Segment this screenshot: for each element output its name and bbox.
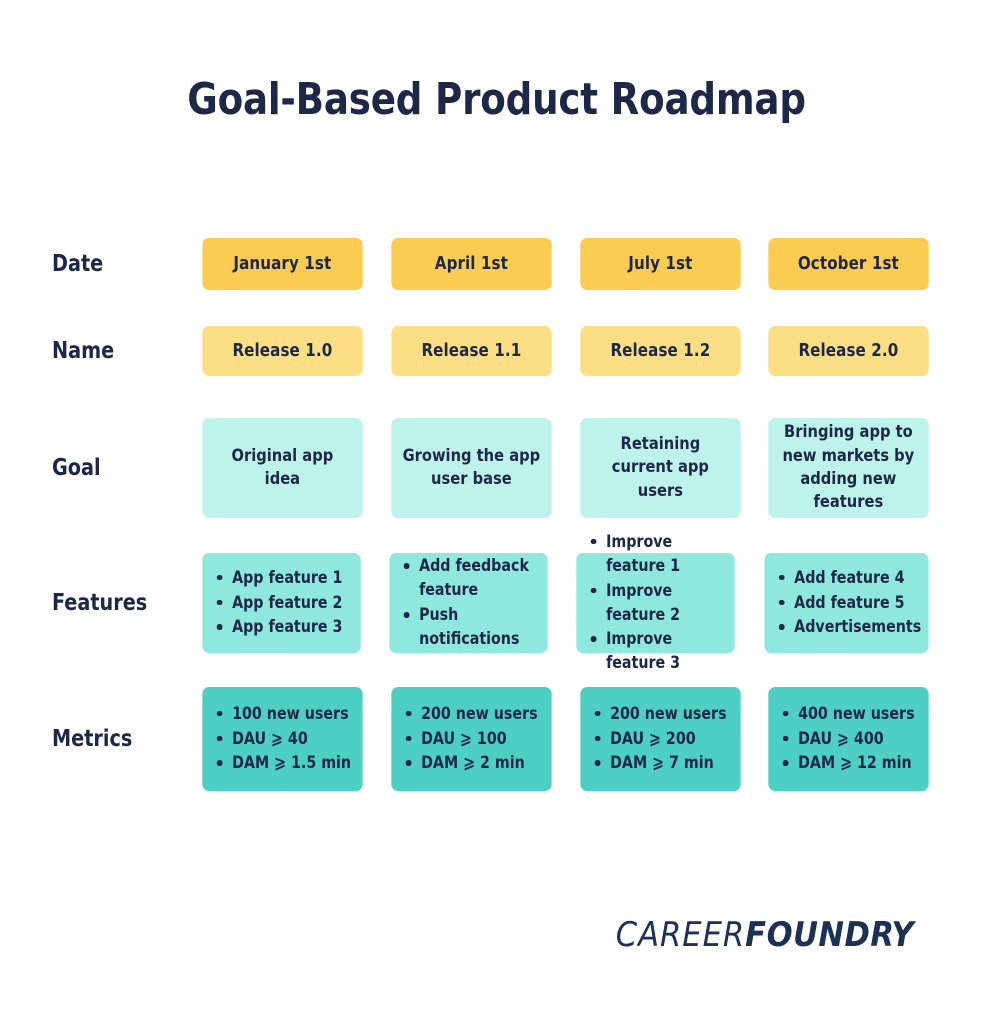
list-item: DAU ⩾ 100 bbox=[401, 727, 544, 751]
list-item: DAU ⩾ 200 bbox=[589, 727, 732, 751]
date-cell-3[interactable]: July 1st bbox=[579, 238, 740, 290]
list-item: App feature 1 bbox=[212, 566, 353, 590]
page-title: Goal-Based Product Roadmap bbox=[187, 74, 806, 125]
list-item: Improve feature 1 bbox=[586, 530, 727, 578]
row-label-name: Name bbox=[52, 338, 115, 364]
list-item: Advertisements bbox=[774, 615, 921, 639]
list-item: Improve feature 2 bbox=[586, 579, 727, 627]
roadmap-row-goal: Goal Original app idea Growing the app u… bbox=[52, 418, 932, 518]
features-list-4: Add feature 4 Add feature 5 Advertisements bbox=[774, 566, 921, 641]
metrics-cell-2[interactable]: 200 new users DAU ⩾ 100 DAM ⩾ 2 min bbox=[391, 687, 552, 791]
roadmap-row-date: Date January 1st April 1st July 1st Octo… bbox=[52, 238, 932, 290]
metrics-cell-3[interactable]: 200 new users DAU ⩾ 200 DAM ⩾ 7 min bbox=[579, 687, 740, 791]
roadmap-row-metrics: Metrics 100 new users DAU ⩾ 40 DAM ⩾ 1.5 m… bbox=[52, 687, 932, 791]
metrics-list-2: 200 new users DAU ⩾ 100 DAM ⩾ 2 min bbox=[401, 702, 544, 777]
features-cell-2[interactable]: Add feedback feature Push notifications bbox=[389, 553, 549, 653]
date-cell-4[interactable]: October 1st bbox=[768, 238, 929, 290]
roadmap-page: Goal-Based Product Roadmap Date January … bbox=[0, 0, 993, 1024]
list-item: DAM ⩾ 1.5 min bbox=[212, 751, 355, 775]
goal-cells: Original app idea Growing the app user b… bbox=[199, 418, 932, 518]
features-cell-4[interactable]: Add feature 4 Add feature 5 Advertisements bbox=[764, 553, 929, 653]
goal-cell-2[interactable]: Growing the app user base bbox=[391, 418, 552, 518]
roadmap-grid: Date January 1st April 1st July 1st Octo… bbox=[52, 238, 932, 791]
features-cell-3[interactable]: Improve feature 1 Improve feature 2 Improv… bbox=[576, 532, 736, 672]
row-label-date: Date bbox=[52, 251, 104, 277]
page-title-container: Goal-Based Product Roadmap bbox=[0, 74, 993, 125]
list-item: 400 new users bbox=[778, 702, 921, 726]
metrics-cell-1[interactable]: 100 new users DAU ⩾ 40 DAM ⩾ 1.5 min bbox=[202, 687, 363, 791]
features-cells: App feature 1 App feature 2 App feature 3 … bbox=[199, 532, 932, 672]
features-list-1: App feature 1 App feature 2 App feature 3 bbox=[212, 566, 353, 641]
features-cell-1[interactable]: App feature 1 App feature 2 App feature 3 bbox=[202, 553, 361, 653]
list-item: Push notifications bbox=[399, 603, 540, 651]
roadmap-row-name: Name Release 1.0 Release 1.1 Release 1.2… bbox=[52, 326, 932, 376]
metrics-list-3: 200 new users DAU ⩾ 200 DAM ⩾ 7 min bbox=[589, 702, 732, 777]
name-cell-2[interactable]: Release 1.1 bbox=[391, 326, 552, 376]
date-cell-2[interactable]: April 1st bbox=[391, 238, 552, 290]
list-item: Add feature 5 bbox=[774, 591, 921, 615]
row-label-metrics: Metrics bbox=[52, 726, 133, 752]
roadmap-row-features: Features App feature 1 App feature 2 App f… bbox=[52, 532, 932, 672]
goal-cell-3[interactable]: Retaining current app users bbox=[579, 418, 740, 518]
list-item: 100 new users bbox=[212, 702, 355, 726]
careerfoundry-logo: CAREERFOUNDRY bbox=[616, 915, 914, 955]
goal-cell-4[interactable]: Bringing app to new markets by adding ne… bbox=[768, 418, 929, 518]
list-item: App feature 3 bbox=[212, 615, 353, 639]
metrics-list-1: 100 new users DAU ⩾ 40 DAM ⩾ 1.5 min bbox=[212, 702, 355, 777]
list-item: 200 new users bbox=[401, 702, 544, 726]
list-item: Add feature 4 bbox=[774, 566, 921, 590]
name-cell-1[interactable]: Release 1.0 bbox=[202, 326, 363, 376]
list-item: DAU ⩾ 400 bbox=[778, 727, 921, 751]
goal-cell-1[interactable]: Original app idea bbox=[202, 418, 363, 518]
list-item: Add feedback feature bbox=[399, 554, 540, 602]
metrics-cells: 100 new users DAU ⩾ 40 DAM ⩾ 1.5 min 200 n… bbox=[199, 687, 932, 791]
date-cells: January 1st April 1st July 1st October 1… bbox=[199, 238, 932, 290]
list-item: 200 new users bbox=[589, 702, 732, 726]
metrics-list-4: 400 new users DAU ⩾ 400 DAM ⩾ 12 min bbox=[778, 702, 921, 777]
metrics-cell-4[interactable]: 400 new users DAU ⩾ 400 DAM ⩾ 12 min bbox=[768, 687, 929, 791]
row-label-features: Features bbox=[52, 590, 148, 616]
logo-text-foundry: FOUNDRY bbox=[745, 915, 914, 955]
features-list-2: Add feedback feature Push notifications bbox=[399, 554, 540, 652]
list-item: DAU ⩾ 40 bbox=[212, 727, 355, 751]
list-item: Improve feature 3 bbox=[586, 627, 727, 675]
list-item: DAM ⩾ 2 min bbox=[401, 751, 544, 775]
features-list-3: Improve feature 1 Improve feature 2 Improv… bbox=[586, 530, 727, 677]
list-item: DAM ⩾ 7 min bbox=[589, 751, 732, 775]
name-cell-4[interactable]: Release 2.0 bbox=[768, 326, 929, 376]
list-item: App feature 2 bbox=[212, 591, 353, 615]
date-cell-1[interactable]: January 1st bbox=[202, 238, 363, 290]
row-label-goal: Goal bbox=[52, 455, 101, 481]
list-item: DAM ⩾ 12 min bbox=[778, 751, 921, 775]
name-cell-3[interactable]: Release 1.2 bbox=[579, 326, 740, 376]
logo-text-career: CAREER bbox=[615, 915, 746, 955]
name-cells: Release 1.0 Release 1.1 Release 1.2 Rele… bbox=[199, 326, 932, 376]
